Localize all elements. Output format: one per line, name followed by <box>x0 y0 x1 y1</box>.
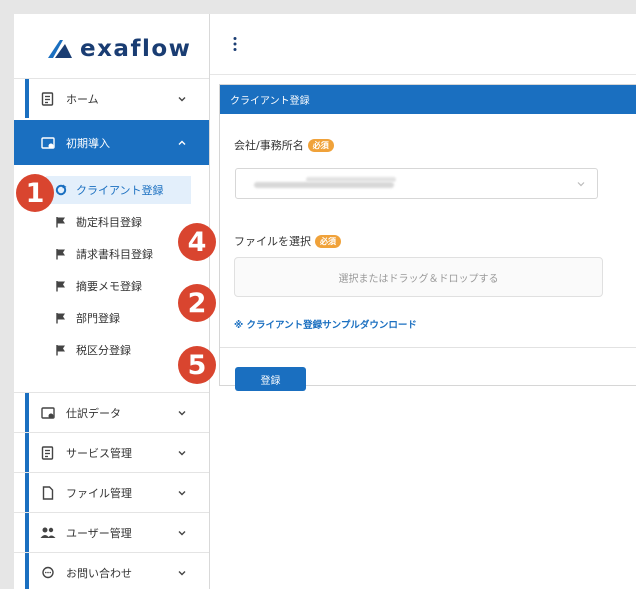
annotation-badge-2: 2 <box>178 284 216 322</box>
document-icon <box>40 445 56 461</box>
redacted-value <box>254 182 394 188</box>
app-window: exaflow ホーム 初期導入 クライアント登録 勘定科目登録 請求書科目登録… <box>14 14 636 589</box>
sidebar-item-label: 初期導入 <box>66 136 110 150</box>
subitem-label: 摘要メモ登録 <box>76 280 142 293</box>
sidebar-item-label: お問い合わせ <box>66 566 132 580</box>
sidebar-item-initial-setup[interactable]: 初期導入 <box>14 120 209 165</box>
subitem-label: 勘定科目登録 <box>76 216 142 229</box>
annotation-badge-4: 4 <box>178 223 216 261</box>
refresh-icon <box>55 184 67 196</box>
sidebar-item-label: ファイル管理 <box>66 486 132 500</box>
subitem-memo-registration[interactable]: 摘要メモ登録 <box>46 272 191 300</box>
sidebar-item-service-management[interactable]: サービス管理 <box>14 432 209 472</box>
flag-icon <box>56 345 65 356</box>
logo[interactable]: exaflow <box>46 34 191 64</box>
sidebar-item-label: ユーザー管理 <box>66 526 132 540</box>
sidebar-accent-bar <box>25 513 29 552</box>
sidebar-item-home[interactable]: ホーム <box>14 78 209 118</box>
users-icon <box>40 525 56 541</box>
annotation-badge-1: 1 <box>16 174 54 212</box>
top-bar <box>210 14 636 75</box>
chevron-down-icon <box>178 530 186 535</box>
setup-icon <box>40 135 56 151</box>
company-select[interactable] <box>235 168 598 199</box>
sidebar-accent-bar <box>25 393 29 432</box>
kebab-menu-icon[interactable] <box>232 36 238 52</box>
sidebar-item-label: 仕訳データ <box>66 406 121 420</box>
annotation-badge-5: 5 <box>178 346 216 384</box>
subitem-label: 請求書科目登録 <box>76 248 153 261</box>
subitem-label: クライアント登録 <box>76 184 164 197</box>
client-registration-card: クライアント登録 会社/事務所名 必須 ファイルを選択 必須 選択またはドラッグ… <box>219 84 636 391</box>
sidebar-accent-bar <box>25 473 29 512</box>
sidebar-item-journal-data[interactable]: 仕訳データ <box>14 392 209 432</box>
sample-download-link[interactable]: ※ クライアント登録サンプルダウンロード <box>234 317 417 331</box>
file-field-label: ファイルを選択 必須 <box>234 233 341 249</box>
chat-icon <box>40 565 56 581</box>
logo-text: exaflow <box>80 36 192 62</box>
subitem-invoice-account-registration[interactable]: 請求書科目登録 <box>46 240 191 268</box>
sidebar-item-label: サービス管理 <box>66 446 132 460</box>
sidebar-accent-bar <box>25 433 29 472</box>
exaflow-logo-icon <box>48 40 72 58</box>
register-button[interactable]: 登録 <box>235 367 306 391</box>
chevron-up-icon <box>178 140 186 145</box>
divider <box>220 347 636 348</box>
company-label-text: 会社/事務所名 <box>234 139 304 152</box>
file-dropzone[interactable]: 選択またはドラッグ＆ドロップする <box>234 257 603 297</box>
sidebar-accent-bar <box>25 79 29 118</box>
flag-icon <box>56 313 65 324</box>
document-icon <box>40 91 56 107</box>
subitem-client-registration[interactable]: クライアント登録 <box>46 176 191 204</box>
subitem-department-registration[interactable]: 部門登録 <box>46 304 191 332</box>
setup-icon <box>40 405 56 421</box>
chevron-down-icon <box>178 450 186 455</box>
required-badge: 必須 <box>315 234 341 248</box>
subitem-tax-category-registration[interactable]: 税区分登録 <box>46 336 191 364</box>
file-icon <box>40 485 56 501</box>
sidebar-item-contact[interactable]: お問い合わせ <box>14 552 209 589</box>
flag-icon <box>56 249 65 260</box>
card-title: クライアント登録 <box>220 85 636 114</box>
required-badge: 必須 <box>307 138 334 152</box>
sidebar-item-file-management[interactable]: ファイル管理 <box>14 472 209 512</box>
sidebar-item-user-management[interactable]: ユーザー管理 <box>14 512 209 552</box>
subitem-label: 税区分登録 <box>76 344 131 357</box>
chevron-down-icon <box>178 410 186 415</box>
redacted-value <box>306 177 396 182</box>
sidebar-accent-bar <box>25 553 29 589</box>
subitem-label: 部門登録 <box>76 312 120 325</box>
company-field-label: 会社/事務所名 必須 <box>234 137 334 153</box>
subitem-account-registration[interactable]: 勘定科目登録 <box>46 208 191 236</box>
flag-icon <box>56 281 65 292</box>
file-label-text: ファイルを選択 <box>234 235 311 248</box>
flag-icon <box>56 217 65 228</box>
chevron-down-icon <box>178 96 186 101</box>
chevron-down-icon <box>577 182 585 187</box>
sidebar-item-label: ホーム <box>66 92 99 106</box>
chevron-down-icon <box>178 490 186 495</box>
chevron-down-icon <box>178 570 186 575</box>
